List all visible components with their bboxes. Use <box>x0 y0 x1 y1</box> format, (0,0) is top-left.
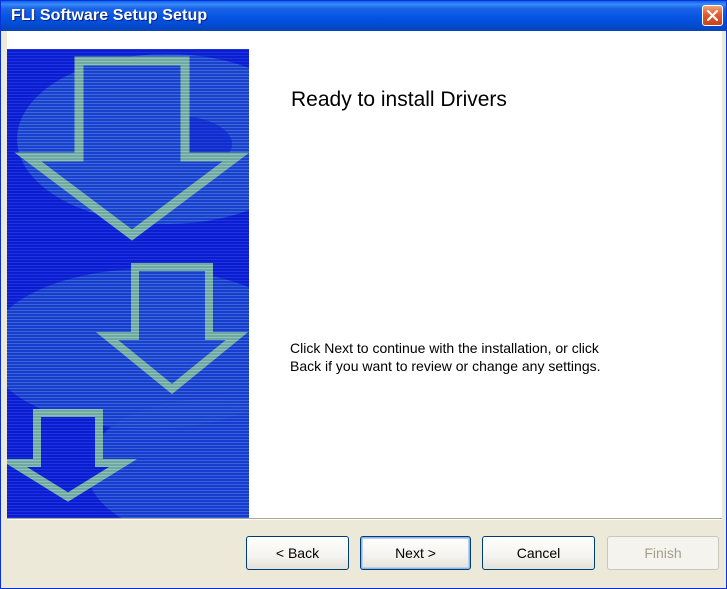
banner-graphic <box>7 49 249 518</box>
back-button[interactable]: < Back <box>246 536 349 570</box>
finish-button[interactable]: Finish <box>607 536 719 570</box>
description-line: Back if you want to review or change any… <box>290 358 601 374</box>
wizard-content: Ready to install Drivers Click Next to c… <box>7 31 722 518</box>
close-icon <box>707 10 718 21</box>
installer-banner <box>7 49 249 518</box>
button-divider <box>7 518 722 520</box>
page-description: Click Next to continue with the installa… <box>290 339 690 375</box>
description-line: Click Next to continue with the installa… <box>290 340 599 356</box>
next-button[interactable]: Next > <box>360 536 471 570</box>
setup-window: FLI Software Setup Setup Ready to instal… <box>0 0 727 589</box>
title-bar[interactable]: FLI Software Setup Setup <box>1 1 726 31</box>
cancel-button[interactable]: Cancel <box>482 536 595 570</box>
close-button[interactable] <box>702 5 723 26</box>
page-title: Ready to install Drivers <box>291 88 507 111</box>
window-title: FLI Software Setup Setup <box>11 7 208 24</box>
